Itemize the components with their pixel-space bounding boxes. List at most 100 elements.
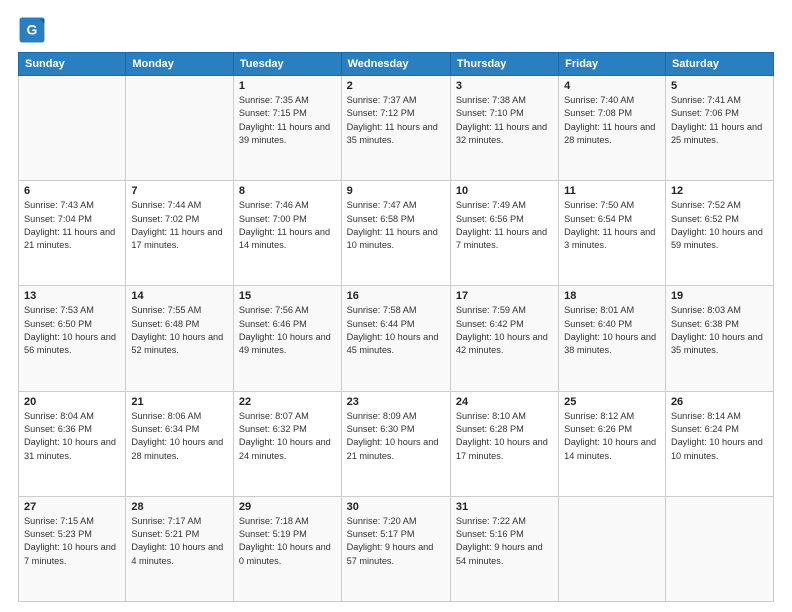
day-info: Sunrise: 8:14 AMSunset: 6:24 PMDaylight:… (671, 410, 768, 463)
day-info: Sunrise: 7:22 AMSunset: 5:16 PMDaylight:… (456, 515, 553, 568)
day-info: Sunrise: 7:38 AMSunset: 7:10 PMDaylight:… (456, 94, 553, 147)
day-info: Sunrise: 8:09 AMSunset: 6:30 PMDaylight:… (347, 410, 445, 463)
day-number: 22 (239, 396, 336, 408)
day-info: Sunrise: 8:12 AMSunset: 6:26 PMDaylight:… (564, 410, 660, 463)
day-number: 10 (456, 185, 553, 197)
calendar-table: SundayMondayTuesdayWednesdayThursdayFrid… (18, 52, 774, 602)
calendar-cell: 8 Sunrise: 7:46 AMSunset: 7:00 PMDaylight… (233, 181, 341, 286)
calendar-cell: 16Sunrise: 7:58 AMSunset: 6:44 PMDayligh… (341, 286, 450, 391)
day-info: Sunrise: 7:41 AMSunset: 7:06 PMDaylight:… (671, 94, 768, 147)
calendar-cell: 21Sunrise: 8:06 AMSunset: 6:34 PMDayligh… (126, 391, 234, 496)
day-info: Sunrise: 7:20 AMSunset: 5:17 PMDaylight:… (347, 515, 445, 568)
calendar-cell (665, 496, 773, 601)
calendar-cell: 7 Sunrise: 7:44 AMSunset: 7:02 PMDaylight… (126, 181, 234, 286)
day-number: 18 (564, 290, 660, 302)
logo: G (18, 16, 50, 44)
calendar-cell: 29 Sunrise: 7:18 AMSunset: 5:19 PMDayligh… (233, 496, 341, 601)
day-number: 13 (24, 290, 120, 302)
calendar-cell: 26 Sunrise: 8:14 AMSunset: 6:24 PMDayligh… (665, 391, 773, 496)
day-number: 12 (671, 185, 768, 197)
day-info: Sunrise: 7:49 AMSunset: 6:56 PMDaylight:… (456, 199, 553, 252)
calendar-cell: 24Sunrise: 8:10 AMSunset: 6:28 PMDayligh… (450, 391, 558, 496)
calendar-week-row: 27Sunrise: 7:15 AMSunset: 5:23 PMDayligh… (19, 496, 774, 601)
day-number: 29 (239, 501, 336, 513)
day-number: 20 (24, 396, 120, 408)
day-number: 15 (239, 290, 336, 302)
calendar-cell: 31 Sunrise: 7:22 AMSunset: 5:16 PMDayligh… (450, 496, 558, 601)
calendar-cell: 11 Sunrise: 7:50 AMSunset: 6:54 PMDayligh… (559, 181, 666, 286)
calendar-cell: 15 Sunrise: 7:56 AMSunset: 6:46 PMDayligh… (233, 286, 341, 391)
calendar-cell: 10 Sunrise: 7:49 AMSunset: 6:56 PMDayligh… (450, 181, 558, 286)
day-number: 30 (347, 501, 445, 513)
day-info: Sunrise: 8:03 AMSunset: 6:38 PMDaylight:… (671, 304, 768, 357)
day-info: Sunrise: 7:43 AMSunset: 7:04 PMDaylight:… (24, 199, 120, 252)
calendar-cell: 30 Sunrise: 7:20 AMSunset: 5:17 PMDayligh… (341, 496, 450, 601)
calendar-cell: 22 Sunrise: 8:07 AMSunset: 6:32 PMDayligh… (233, 391, 341, 496)
day-number: 3 (456, 80, 553, 92)
day-info: Sunrise: 7:56 AMSunset: 6:46 PMDaylight:… (239, 304, 336, 357)
calendar-cell: 4 Sunrise: 7:40 AMSunset: 7:08 PMDaylight… (559, 76, 666, 181)
logo-icon: G (18, 16, 46, 44)
calendar-cell: 28 Sunrise: 7:17 AMSunset: 5:21 PMDayligh… (126, 496, 234, 601)
calendar-cell: 14 Sunrise: 7:55 AMSunset: 6:48 PMDayligh… (126, 286, 234, 391)
calendar-cell: 18Sunrise: 8:01 AMSunset: 6:40 PMDayligh… (559, 286, 666, 391)
day-number: 4 (564, 80, 660, 92)
calendar-cell: 12 Sunrise: 7:52 AMSunset: 6:52 PMDayligh… (665, 181, 773, 286)
calendar-cell: 23Sunrise: 8:09 AMSunset: 6:30 PMDayligh… (341, 391, 450, 496)
day-info: Sunrise: 7:35 AMSunset: 7:15 PMDaylight:… (239, 94, 336, 147)
day-of-week-header: Thursday (450, 53, 558, 76)
day-number: 25 (564, 396, 660, 408)
day-number: 6 (24, 185, 120, 197)
day-number: 31 (456, 501, 553, 513)
day-info: Sunrise: 7:50 AMSunset: 6:54 PMDaylight:… (564, 199, 660, 252)
day-number: 1 (239, 80, 336, 92)
page: G SundayMondayTuesdayWednesdayThursdayFr… (0, 0, 792, 612)
day-info: Sunrise: 7:46 AMSunset: 7:00 PMDaylight:… (239, 199, 336, 252)
calendar-cell: 1 Sunrise: 7:35 AMSunset: 7:15 PMDaylight… (233, 76, 341, 181)
day-of-week-header: Friday (559, 53, 666, 76)
calendar-cell: 5Sunrise: 7:41 AMSunset: 7:06 PMDaylight… (665, 76, 773, 181)
day-number: 16 (347, 290, 445, 302)
day-number: 27 (24, 501, 120, 513)
day-info: Sunrise: 8:04 AMSunset: 6:36 PMDaylight:… (24, 410, 120, 463)
svg-text:G: G (27, 22, 38, 38)
day-info: Sunrise: 7:55 AMSunset: 6:48 PMDaylight:… (131, 304, 228, 357)
day-of-week-header: Tuesday (233, 53, 341, 76)
day-number: 2 (347, 80, 445, 92)
day-info: Sunrise: 7:40 AMSunset: 7:08 PMDaylight:… (564, 94, 660, 147)
calendar-cell: 27Sunrise: 7:15 AMSunset: 5:23 PMDayligh… (19, 496, 126, 601)
day-info: Sunrise: 8:07 AMSunset: 6:32 PMDaylight:… (239, 410, 336, 463)
day-of-week-header: Saturday (665, 53, 773, 76)
day-of-week-header: Sunday (19, 53, 126, 76)
calendar-week-row: 20 Sunrise: 8:04 AMSunset: 6:36 PMDayligh… (19, 391, 774, 496)
day-number: 7 (131, 185, 228, 197)
day-number: 28 (131, 501, 228, 513)
calendar-week-row: 1 Sunrise: 7:35 AMSunset: 7:15 PMDaylight… (19, 76, 774, 181)
day-info: Sunrise: 7:18 AMSunset: 5:19 PMDaylight:… (239, 515, 336, 568)
day-info: Sunrise: 7:53 AMSunset: 6:50 PMDaylight:… (24, 304, 120, 357)
day-info: Sunrise: 7:44 AMSunset: 7:02 PMDaylight:… (131, 199, 228, 252)
calendar-cell: 19 Sunrise: 8:03 AMSunset: 6:38 PMDayligh… (665, 286, 773, 391)
calendar-week-row: 13 Sunrise: 7:53 AMSunset: 6:50 PMDayligh… (19, 286, 774, 391)
day-info: Sunrise: 7:52 AMSunset: 6:52 PMDaylight:… (671, 199, 768, 252)
calendar-cell: 13 Sunrise: 7:53 AMSunset: 6:50 PMDayligh… (19, 286, 126, 391)
calendar-cell: 2 Sunrise: 7:37 AMSunset: 7:12 PMDaylight… (341, 76, 450, 181)
day-of-week-header: Monday (126, 53, 234, 76)
day-number: 14 (131, 290, 228, 302)
day-info: Sunrise: 7:37 AMSunset: 7:12 PMDaylight:… (347, 94, 445, 147)
day-number: 19 (671, 290, 768, 302)
day-number: 9 (347, 185, 445, 197)
day-number: 11 (564, 185, 660, 197)
day-info: Sunrise: 7:17 AMSunset: 5:21 PMDaylight:… (131, 515, 228, 568)
calendar-header-row: SundayMondayTuesdayWednesdayThursdayFrid… (19, 53, 774, 76)
calendar-cell: 17 Sunrise: 7:59 AMSunset: 6:42 PMDayligh… (450, 286, 558, 391)
calendar-week-row: 6 Sunrise: 7:43 AMSunset: 7:04 PMDaylight… (19, 181, 774, 286)
day-info: Sunrise: 8:10 AMSunset: 6:28 PMDaylight:… (456, 410, 553, 463)
day-number: 26 (671, 396, 768, 408)
day-number: 17 (456, 290, 553, 302)
day-number: 21 (131, 396, 228, 408)
calendar-cell: 6 Sunrise: 7:43 AMSunset: 7:04 PMDaylight… (19, 181, 126, 286)
calendar-cell (126, 76, 234, 181)
day-info: Sunrise: 7:59 AMSunset: 6:42 PMDaylight:… (456, 304, 553, 357)
day-number: 8 (239, 185, 336, 197)
